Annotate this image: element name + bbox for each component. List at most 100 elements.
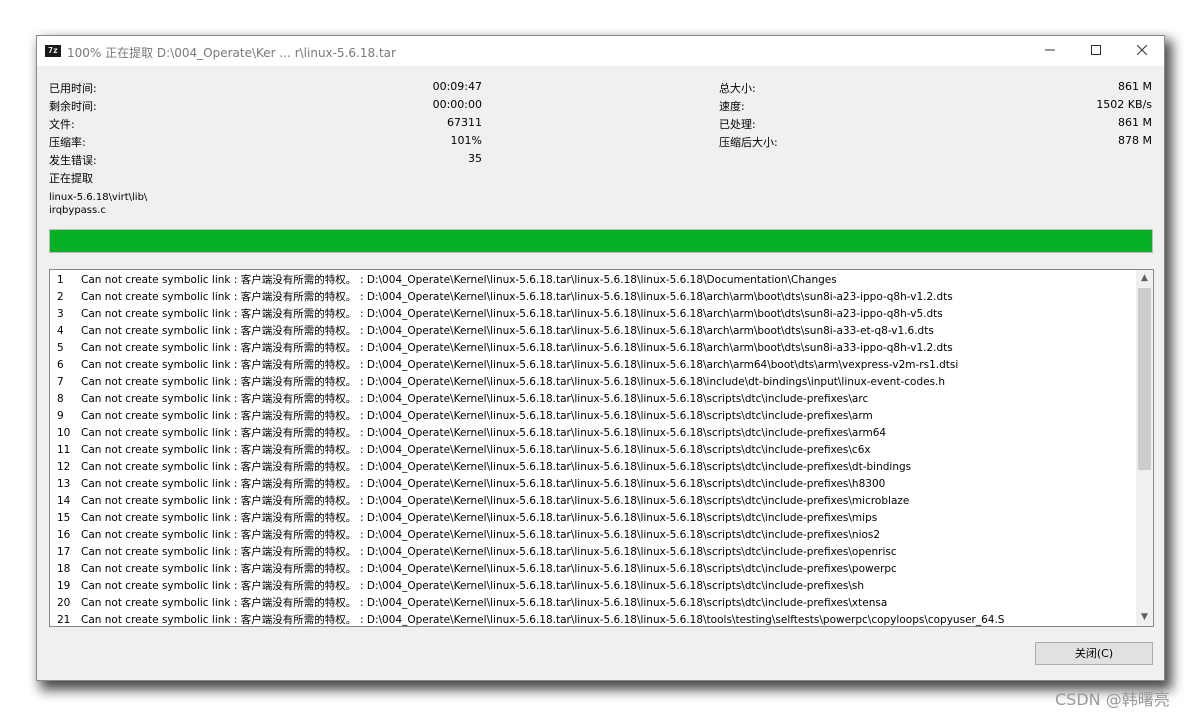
log-row-number: 18 — [57, 563, 71, 575]
log-row-path: : D:\004_Operate\Kernel\linux-5.6.18.tar… — [360, 597, 888, 609]
watermark-text: CSDN @韩曙亮 — [1055, 690, 1170, 709]
errors-value: 35 — [468, 152, 482, 165]
total-size-value: 861 M — [1118, 80, 1152, 93]
log-row-message: Can not create symbolic link : 客户端没有所需的特… — [81, 580, 357, 592]
log-row-message: Can not create symbolic link : 客户端没有所需的特… — [81, 325, 357, 337]
log-row-message: Can not create symbolic link : 客户端没有所需的特… — [81, 393, 357, 405]
log-row-message: Can not create symbolic link : 客户端没有所需的特… — [81, 410, 357, 422]
log-row-path: : D:\004_Operate\Kernel\linux-5.6.18.tar… — [360, 529, 881, 541]
log-row-path: : D:\004_Operate\Kernel\linux-5.6.18.tar… — [360, 580, 865, 592]
log-row-message: Can not create symbolic link : 客户端没有所需的特… — [81, 461, 357, 473]
log-row-path: : D:\004_Operate\Kernel\linux-5.6.18.tar… — [360, 274, 837, 286]
maximize-button[interactable] — [1073, 36, 1119, 66]
log-row-number: 21 — [57, 614, 71, 626]
log-row-message: Can not create symbolic link : 客户端没有所需的特… — [81, 444, 357, 456]
log-row-number: 10 — [57, 427, 71, 439]
log-row-message: Can not create symbolic link : 客户端没有所需的特… — [81, 614, 357, 626]
current-file-path: linux-5.6.18\virt\lib\ irqbypass.c — [49, 191, 147, 217]
log-row-path: : D:\004_Operate\Kernel\linux-5.6.18.tar… — [360, 444, 871, 456]
log-row-path: : D:\004_Operate\Kernel\linux-5.6.18.tar… — [360, 427, 887, 439]
log-row-number: 12 — [57, 461, 71, 473]
title-bar[interactable]: 7z 100% 正在提取 D:\004_Operate\Ker ... r\li… — [37, 36, 1164, 66]
elapsed-time-value: 00:09:47 — [432, 80, 482, 93]
log-row-message: Can not create symbolic link : 客户端没有所需的特… — [81, 546, 357, 558]
error-log-list[interactable]: 1 Can not create symbolic link : 客户端没有所需的… — [49, 269, 1154, 627]
log-row-number: 11 — [57, 444, 71, 456]
files-value: 67311 — [447, 116, 482, 129]
log-row-path: : D:\004_Operate\Kernel\linux-5.6.18.tar… — [360, 461, 912, 473]
log-row-message: Can not create symbolic link : 客户端没有所需的特… — [81, 427, 357, 439]
processed-label: 已处理: — [719, 118, 756, 131]
7zip-app-icon: 7z — [45, 45, 61, 57]
log-row-path: : D:\004_Operate\Kernel\linux-5.6.18.tar… — [360, 546, 897, 558]
vertical-scrollbar[interactable]: ▲ ▼ — [1136, 270, 1153, 626]
log-row-number: 7 — [57, 376, 64, 388]
log-row-number: 2 — [57, 291, 64, 303]
log-row-path: : D:\004_Operate\Kernel\linux-5.6.18.tar… — [360, 393, 869, 405]
minimize-button[interactable] — [1027, 36, 1073, 66]
log-row-message: Can not create symbolic link : 客户端没有所需的特… — [81, 359, 357, 371]
total-size-label: 总大小: — [719, 82, 756, 95]
log-row-message: Can not create symbolic link : 客户端没有所需的特… — [81, 495, 357, 507]
log-row-number: 14 — [57, 495, 71, 507]
remaining-time-label: 剩余时间: — [49, 100, 97, 113]
current-path-file: irqbypass.c — [49, 205, 106, 216]
log-row-message: Can not create symbolic link : 客户端没有所需的特… — [81, 376, 357, 388]
speed-value: 1502 KB/s — [1096, 98, 1152, 111]
log-row-number: 5 — [57, 342, 64, 354]
log-row-message: Can not create symbolic link : 客户端没有所需的特… — [81, 308, 357, 320]
log-row-message: Can not create symbolic link : 客户端没有所需的特… — [81, 512, 357, 524]
log-row-message: Can not create symbolic link : 客户端没有所需的特… — [81, 478, 357, 490]
log-row-path: : D:\004_Operate\Kernel\linux-5.6.18.tar… — [360, 342, 953, 354]
log-row-number: 1 — [57, 274, 64, 286]
ratio-label: 压缩率: — [49, 136, 86, 149]
log-row-message: Can not create symbolic link : 客户端没有所需的特… — [81, 597, 357, 609]
log-row-message: Can not create symbolic link : 客户端没有所需的特… — [81, 563, 357, 575]
log-row-message: Can not create symbolic link : 客户端没有所需的特… — [81, 274, 357, 286]
window-title: 100% 正在提取 D:\004_Operate\Ker ... r\linux… — [67, 46, 396, 60]
log-row-message: Can not create symbolic link : 客户端没有所需的特… — [81, 342, 357, 354]
close-button[interactable]: 关闭(C) — [1035, 642, 1153, 665]
log-row-number: 19 — [57, 580, 71, 592]
log-row-path: : D:\004_Operate\Kernel\linux-5.6.18.tar… — [360, 563, 897, 575]
extract-dialog: 7z 100% 正在提取 D:\004_Operate\Ker ... r\li… — [36, 35, 1165, 681]
speed-label: 速度: — [719, 100, 745, 113]
close-window-button[interactable] — [1119, 36, 1165, 66]
log-row-path: : D:\004_Operate\Kernel\linux-5.6.18.tar… — [360, 291, 953, 303]
log-row-path: : D:\004_Operate\Kernel\linux-5.6.18.tar… — [360, 376, 946, 388]
scroll-thumb[interactable] — [1138, 288, 1151, 470]
log-row-number: 15 — [57, 512, 71, 524]
log-row-path: : D:\004_Operate\Kernel\linux-5.6.18.tar… — [360, 325, 934, 337]
maximize-icon — [1091, 45, 1101, 55]
current-path-dir: linux-5.6.18\virt\lib\ — [49, 192, 148, 203]
log-row-path: : D:\004_Operate\Kernel\linux-5.6.18.tar… — [360, 308, 943, 320]
progress-bar — [49, 229, 1153, 253]
log-row-number: 8 — [57, 393, 64, 405]
log-row-path: : D:\004_Operate\Kernel\linux-5.6.18.tar… — [360, 495, 910, 507]
close-icon — [1136, 44, 1148, 56]
log-row-number: 4 — [57, 325, 64, 337]
packed-size-value: 878 M — [1118, 134, 1152, 147]
log-row-number: 9 — [57, 410, 64, 422]
progress-fill — [50, 230, 1152, 252]
minimize-icon — [1045, 49, 1055, 51]
scroll-down-arrow-icon[interactable]: ▼ — [1136, 609, 1153, 626]
log-row-number: 13 — [57, 478, 71, 490]
log-row-message: Can not create symbolic link : 客户端没有所需的特… — [81, 291, 357, 303]
log-row-path: : D:\004_Operate\Kernel\linux-5.6.18.tar… — [360, 512, 878, 524]
elapsed-time-label: 已用时间: — [49, 82, 97, 95]
files-label: 文件: — [49, 118, 75, 131]
packed-size-label: 压缩后大小: — [719, 136, 778, 149]
scroll-up-arrow-icon[interactable]: ▲ — [1136, 270, 1153, 287]
ratio-value: 101% — [450, 134, 482, 147]
log-row-number: 6 — [57, 359, 64, 371]
log-row-path: : D:\004_Operate\Kernel\linux-5.6.18.tar… — [360, 410, 873, 422]
log-row-number: 17 — [57, 546, 71, 558]
errors-label: 发生错误: — [49, 154, 97, 167]
log-row-path: : D:\004_Operate\Kernel\linux-5.6.18.tar… — [360, 614, 1005, 626]
log-row-number: 20 — [57, 597, 71, 609]
log-row-path: : D:\004_Operate\Kernel\linux-5.6.18.tar… — [360, 478, 886, 490]
log-row-number: 3 — [57, 308, 64, 320]
log-row-path: : D:\004_Operate\Kernel\linux-5.6.18.tar… — [360, 359, 959, 371]
current-action-label: 正在提取 — [49, 172, 93, 185]
